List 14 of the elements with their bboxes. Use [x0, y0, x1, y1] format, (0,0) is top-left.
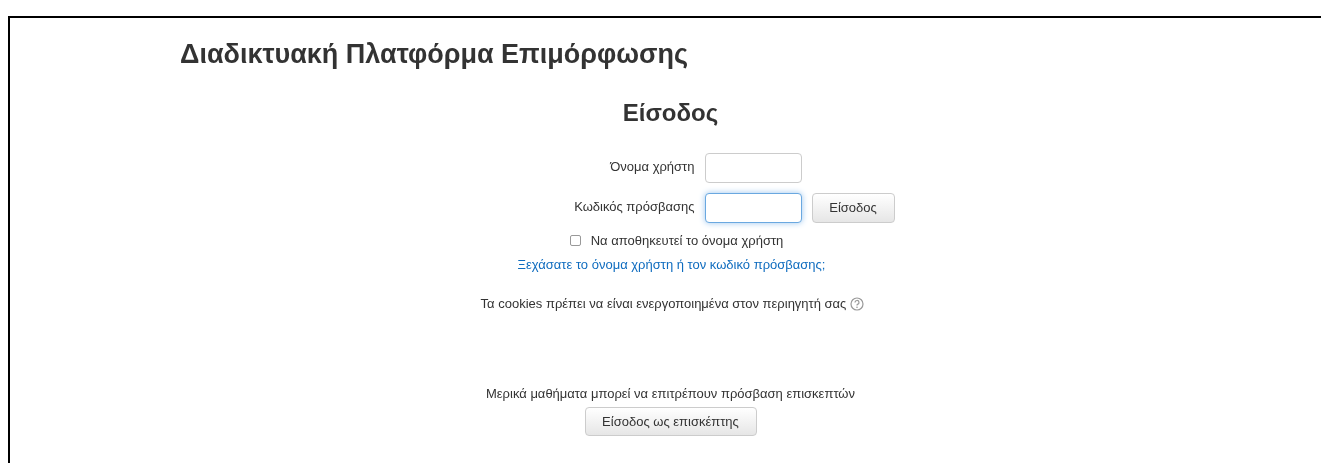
remember-label: Να αποθηκευτεί το όνομα χρήστη: [590, 232, 784, 250]
cookies-note: Τα cookies πρέπει να είναι ενεργοποιημένα στον περιηγητή σας: [480, 295, 847, 313]
input-field[interactable]: [704, 193, 802, 223]
guest-note: Μερικά μαθήματα μπορεί να επιτρέπουν πρόσβαση επισκεπτών: [486, 384, 855, 403]
forgot-password-link[interactable]: Ξεχάσατε το όνομα χρήστη ή τον κωδικό πρόσβασης;: [517, 254, 826, 274]
field-label: Κωδικός πρόσβασης: [573, 198, 695, 216]
login-heading: Είσοδος: [622, 98, 719, 128]
login-button[interactable]: Είσοδος: [811, 193, 895, 223]
site-title: Διαδικτυακή Πλατφόρμα Επιμόρφωσης: [180, 38, 689, 70]
input-field[interactable]: [704, 153, 802, 183]
help-icon[interactable]: [850, 296, 865, 311]
guest-login-button[interactable]: Είσοδος ως επισκέπτης: [584, 407, 757, 436]
remember-checkbox[interactable]: [569, 235, 581, 247]
field-label: Όνομα χρήστη: [609, 158, 695, 176]
